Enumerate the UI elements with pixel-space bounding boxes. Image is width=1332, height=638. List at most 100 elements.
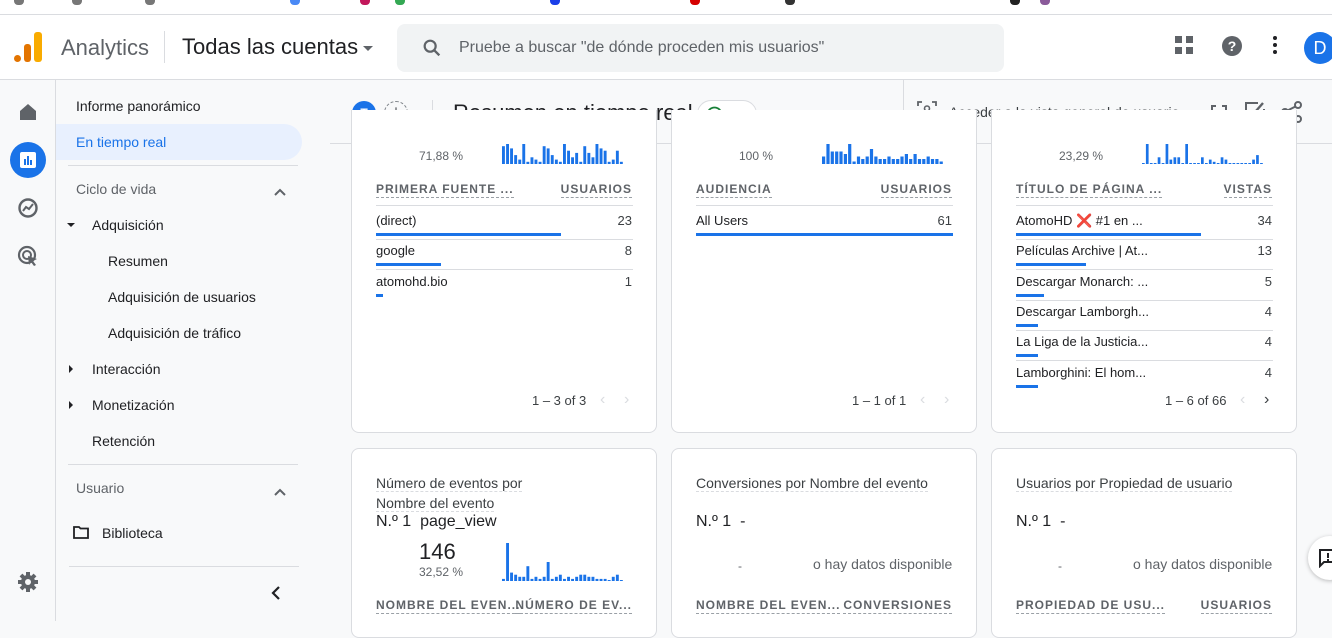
- sparkline-bar: [542, 146, 546, 164]
- sparkline-bar: [563, 578, 566, 581]
- apps-grid-icon[interactable]: [1174, 35, 1194, 60]
- advertising-icon[interactable]: [10, 238, 46, 274]
- column-header-metric[interactable]: USUARIOS: [880, 182, 952, 198]
- gear-icon[interactable]: [10, 564, 46, 600]
- more-vert-icon[interactable]: [1272, 35, 1278, 60]
- nav-item-engagement[interactable]: Interacción: [92, 351, 160, 387]
- share-bar: [1016, 263, 1086, 267]
- search-input[interactable]: [459, 36, 979, 60]
- sparkline-bar: [891, 159, 895, 164]
- sparkline-bar: [607, 161, 611, 164]
- sparkline-bar: [522, 144, 526, 164]
- bookmark-icon[interactable]: [550, 0, 560, 5]
- table-row-label[interactable]: All Users: [696, 213, 748, 228]
- column-header-metric[interactable]: USUARIOS: [1200, 598, 1272, 614]
- column-header-metric[interactable]: NÚMERO DE EV...: [515, 598, 632, 614]
- table-row-label[interactable]: La Liga de la Justicia...: [1016, 334, 1148, 349]
- sparkline-bar: [1232, 163, 1236, 164]
- divider: [164, 31, 165, 63]
- expand-right-icon[interactable]: [69, 365, 73, 373]
- left-rail: [0, 80, 56, 621]
- sparkline-bar: [1185, 144, 1188, 164]
- account-selector[interactable]: Todas las cuentas: [182, 34, 374, 60]
- nav-item-overview[interactable]: Informe panorámico: [76, 88, 201, 124]
- sparkline-chart: [1142, 144, 1263, 164]
- bookmark-icon[interactable]: [360, 0, 370, 5]
- bookmark-icon[interactable]: [395, 0, 405, 5]
- bookmark-icon[interactable]: [785, 0, 795, 5]
- sparkline-bar: [1173, 157, 1177, 164]
- sparkline-bar: [506, 543, 509, 581]
- sparkline-bar: [510, 572, 513, 581]
- column-header-metric[interactable]: USUARIOS: [560, 182, 632, 198]
- analytics-logo-icon[interactable]: [14, 32, 42, 62]
- nav-item-acquisition-summary[interactable]: Resumen: [108, 243, 168, 279]
- sparkline-bar: [530, 157, 534, 164]
- table-row-label[interactable]: (direct): [376, 213, 416, 228]
- help-icon[interactable]: ?: [1221, 35, 1243, 62]
- feedback-button[interactable]: [1308, 536, 1332, 580]
- card-event-count: Número de eventos por Nombre del evento N…: [351, 448, 657, 638]
- next-page-icon[interactable]: ›: [1264, 391, 1269, 409]
- sparkline-bar: [595, 578, 599, 581]
- column-header-metric[interactable]: VISTAS: [1223, 182, 1272, 198]
- search-box[interactable]: [397, 24, 1004, 72]
- nav-item-monetization[interactable]: Monetización: [92, 387, 175, 423]
- sparkline-bar: [1161, 163, 1165, 164]
- table-row-label[interactable]: Descargar Monarch: ...: [1016, 274, 1148, 289]
- column-header-dimension[interactable]: AUDIENCIA: [696, 182, 772, 198]
- divider: [1016, 329, 1273, 331]
- sparkline-bar: [599, 148, 603, 164]
- sparkline-bar: [550, 155, 554, 164]
- nav-item-realtime-label[interactable]: En tiempo real: [76, 124, 166, 160]
- table-row-label[interactable]: Películas Archive | At...: [1016, 243, 1148, 258]
- sparkline-bar: [848, 144, 852, 164]
- share-bar: [1016, 323, 1038, 327]
- column-header-dimension[interactable]: NOMBRE DEL EVEN...: [696, 598, 841, 614]
- bookmark-icon[interactable]: [1010, 0, 1020, 5]
- sparkline-bar: [502, 146, 505, 164]
- previous-page-icon[interactable]: ‹: [920, 391, 925, 409]
- bookmark-icon[interactable]: [690, 0, 700, 5]
- chevron-up-icon[interactable]: [274, 483, 286, 501]
- sparkline-bar: [1252, 159, 1255, 164]
- sparkline-bar: [1142, 163, 1145, 164]
- column-header-dimension[interactable]: PROPIEDAD DE USU...: [1016, 598, 1166, 614]
- column-header-dimension[interactable]: PRIMERA FUENTE ...: [376, 182, 514, 198]
- bookmark-icon[interactable]: [1040, 0, 1050, 5]
- table-row-label[interactable]: Lamborghini: El hom...: [1016, 365, 1146, 380]
- bookmark-icon[interactable]: [14, 0, 24, 5]
- table-row-label[interactable]: AtomoHD ❌ #1 en ...: [1016, 213, 1143, 229]
- nav-section-user[interactable]: Usuario: [76, 470, 124, 506]
- divider: [1016, 360, 1273, 362]
- home-icon[interactable]: [10, 94, 46, 130]
- nav-section-lifecycle[interactable]: Ciclo de vida: [76, 171, 156, 207]
- expand-right-icon[interactable]: [69, 401, 73, 409]
- nav-item-acquisition[interactable]: Adquisición: [92, 207, 164, 243]
- chevron-up-icon[interactable]: [274, 183, 286, 201]
- explore-icon[interactable]: [10, 190, 46, 226]
- user-avatar[interactable]: D: [1304, 32, 1332, 64]
- table-row-label[interactable]: Descargar Lamborgh...: [1016, 304, 1149, 319]
- previous-page-icon[interactable]: ‹: [600, 391, 605, 409]
- sparkline-bar: [861, 159, 865, 164]
- nav-item-library[interactable]: Biblioteca: [102, 515, 163, 551]
- expand-down-icon[interactable]: [67, 223, 75, 227]
- column-header-dimension[interactable]: NOMBRE DEL EVEN...: [376, 598, 521, 614]
- collapse-nav-icon[interactable]: [271, 586, 281, 605]
- sparkline-bar: [896, 159, 900, 164]
- bookmark-icon[interactable]: [72, 0, 82, 5]
- nav-item-user-acquisition[interactable]: Adquisición de usuarios: [108, 279, 256, 315]
- next-page-icon[interactable]: ›: [624, 391, 629, 409]
- next-page-icon[interactable]: ›: [944, 391, 949, 409]
- nav-item-traffic-acquisition[interactable]: Adquisición de tráfico: [108, 315, 241, 351]
- column-header-dimension[interactable]: TÍTULO DE PÁGINA ...: [1016, 182, 1163, 198]
- bookmark-icon[interactable]: [145, 0, 155, 5]
- nav-item-retention[interactable]: Retención: [92, 423, 155, 459]
- column-header-metric[interactable]: CONVERSIONES: [843, 598, 952, 614]
- table-row-label[interactable]: google: [376, 243, 415, 258]
- table-row-label[interactable]: atomohd.bio: [376, 274, 448, 289]
- bookmark-icon[interactable]: [290, 0, 300, 5]
- previous-page-icon[interactable]: ‹: [1240, 391, 1245, 409]
- reports-icon[interactable]: [10, 142, 46, 178]
